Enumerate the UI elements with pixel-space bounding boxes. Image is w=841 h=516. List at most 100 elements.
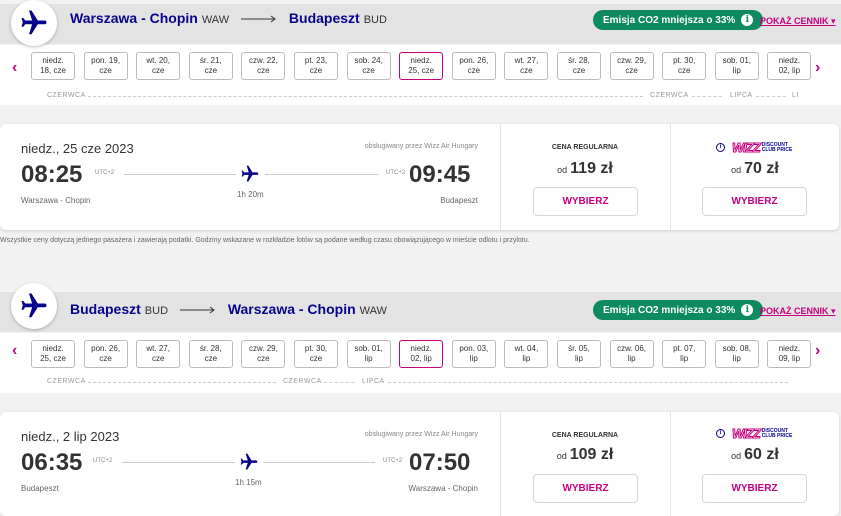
destination-city: Warszawa - Chopin [227, 301, 356, 317]
date-tile-date: cze [99, 66, 112, 75]
arrow-right-icon [241, 15, 276, 23]
plane-logo-icon [21, 10, 47, 35]
month-label: LIPCA [730, 92, 753, 99]
date-tile-day: wt. 04, [514, 344, 539, 353]
show-price-list-link[interactable]: POKAŻ CENNIK ▾ [760, 16, 836, 27]
date-tile[interactable]: pon. 26, cze [451, 52, 496, 80]
date-tile[interactable]: niedz. 25, cze [31, 340, 75, 368]
date-tile[interactable]: sob. 24, cze [346, 52, 391, 80]
info-icon[interactable]: i [741, 14, 754, 26]
club-price: od 70 zł [703, 160, 807, 178]
prev-dates-icon[interactable]: ‹ [12, 59, 17, 77]
flight-line [122, 462, 235, 463]
date-tile-date: cze [309, 66, 323, 75]
price-footnote: Wszystkie ceny dotyczą jednego pasażera … [0, 237, 530, 244]
date-selector: ‹ › niedz. 25, cze pon. 26, cze wt. 27, cze śr… [0, 333, 841, 393]
date-tile[interactable]: wt. 04, lip [504, 340, 549, 368]
date-tile[interactable]: sob. 01, lip [346, 340, 391, 368]
info-icon[interactable]: i [741, 304, 754, 316]
date-tile[interactable]: niedz. 25, cze [399, 52, 444, 80]
flight-duration: 1h 15m [235, 478, 262, 487]
departure-city: Warszawa - Chopin [21, 196, 91, 205]
date-tile-day: sob. 01, [354, 344, 383, 353]
club-line2: CLUB PRICE [761, 432, 793, 439]
date-tile[interactable]: sob. 08, lip [714, 340, 759, 368]
date-tile[interactable]: śr. 21, cze [188, 52, 233, 80]
from-label: od [731, 451, 742, 461]
regular-price: od 119 zł [533, 160, 637, 178]
date-tile-date: cze [204, 66, 218, 75]
divider [670, 124, 671, 230]
date-tile[interactable]: śr. 28, cze [557, 52, 601, 80]
show-price-list-link[interactable]: POKAŻ CENNIK ▾ [760, 306, 836, 317]
date-tile[interactable]: pt. 30, cze [662, 52, 707, 80]
date-tile[interactable]: pt. 23, cze [294, 52, 338, 80]
destination-code: BUD [363, 14, 387, 26]
next-dates-icon[interactable]: › [815, 59, 820, 77]
flight-line [265, 174, 378, 175]
date-tile-day: śr. 28, [199, 344, 222, 353]
date-tile-day: pon. 19, [91, 56, 121, 65]
date-tile-date: 02, lip [410, 354, 432, 363]
date-tile[interactable]: pon. 19, cze [83, 52, 128, 80]
date-tile[interactable]: pt. 07, lip [662, 340, 707, 368]
co2-label: Emisja CO2 mniejsza o 33% [603, 14, 736, 26]
from-label: od [557, 165, 568, 175]
date-tile-day: czw. 29, [617, 56, 647, 65]
date-tile[interactable]: wt. 20, cze [136, 52, 181, 80]
date-tile-date: cze [520, 66, 533, 75]
club-price-value: 70 zł [744, 160, 779, 177]
date-tile[interactable]: niedz. 09, lip [767, 340, 812, 368]
date-tile[interactable]: śr. 05, lip [557, 340, 601, 368]
date-tile-day: pt. 23, [304, 56, 328, 65]
club-price-value: 60 zł [744, 446, 779, 463]
select-club-button[interactable]: WYBIERZ [702, 474, 807, 503]
discount-club-logo: i WIZZ DISCOUNT CLUB PRICE [716, 426, 793, 442]
date-tile[interactable]: czw. 29, cze [241, 340, 286, 368]
prev-dates-icon[interactable]: ‹ [12, 342, 17, 360]
club-line2: CLUB PRICE [761, 146, 793, 153]
date-tile[interactable]: pt. 30, cze [294, 340, 338, 368]
next-dates-icon[interactable]: › [815, 342, 820, 360]
select-regular-button[interactable]: WYBIERZ [533, 187, 638, 216]
date-tile[interactable]: niedz. 02, lip [399, 340, 444, 368]
date-tile[interactable]: wt. 27, cze [136, 340, 181, 368]
info-icon[interactable]: i [716, 143, 725, 152]
select-club-button[interactable]: WYBIERZ [702, 187, 807, 216]
date-tile[interactable]: sob. 01, lip [714, 52, 759, 80]
date-tile[interactable]: czw. 06, lip [609, 340, 654, 368]
date-tile-day: czw. 29, [248, 344, 278, 353]
airline-logo [11, 0, 57, 46]
date-tile-date: lip [522, 354, 531, 363]
co2-label: Emisja CO2 mniejsza o 33% [603, 304, 736, 316]
arrow-right-icon [179, 306, 215, 314]
destination-city: Budapeszt [288, 10, 360, 26]
date-tile[interactable]: śr. 28, cze [188, 340, 233, 368]
flight-line [263, 462, 375, 463]
month-divider [388, 382, 788, 383]
flight-date: niedz., 25 cze 2023 [21, 141, 134, 156]
operated-by: obsługiwany przez Wizz Air Hungary [364, 143, 478, 150]
date-tile-day: niedz. [778, 344, 801, 353]
arrival-utc: UTC+2 [383, 458, 403, 464]
date-tile[interactable]: pon. 03, lip [451, 340, 496, 368]
date-tile-day: pon. 26, [91, 344, 121, 353]
date-tile-date: cze [467, 66, 481, 75]
date-tile[interactable]: wt. 27, cze [504, 52, 549, 80]
discount-club-logo: i WIZZ DISCOUNT CLUB PRICE [716, 140, 793, 156]
date-tile[interactable]: pon. 26, cze [83, 340, 128, 368]
date-tile[interactable]: niedz. 18, cze [31, 52, 75, 80]
co2-badge[interactable]: Emisja CO2 mniejsza o 33% i [593, 10, 764, 30]
arrival-city: Warszawa - Chopin [408, 484, 478, 493]
select-regular-button[interactable]: WYBIERZ [533, 474, 638, 503]
date-tile-date: cze [572, 66, 586, 75]
date-tile[interactable]: niedz. 02, lip [767, 52, 812, 80]
date-tile-day: niedz. [778, 56, 801, 65]
date-tile[interactable]: czw. 29, cze [609, 52, 654, 80]
date-tile[interactable]: czw. 22, cze [241, 52, 286, 80]
regular-price-value: 109 zł [569, 446, 614, 463]
co2-badge[interactable]: Emisja CO2 mniejsza o 33% i [593, 300, 764, 320]
date-tile-day: pon. 26, [459, 56, 489, 65]
info-icon[interactable]: i [716, 429, 725, 438]
arrival-city: Budapeszt [440, 196, 478, 205]
